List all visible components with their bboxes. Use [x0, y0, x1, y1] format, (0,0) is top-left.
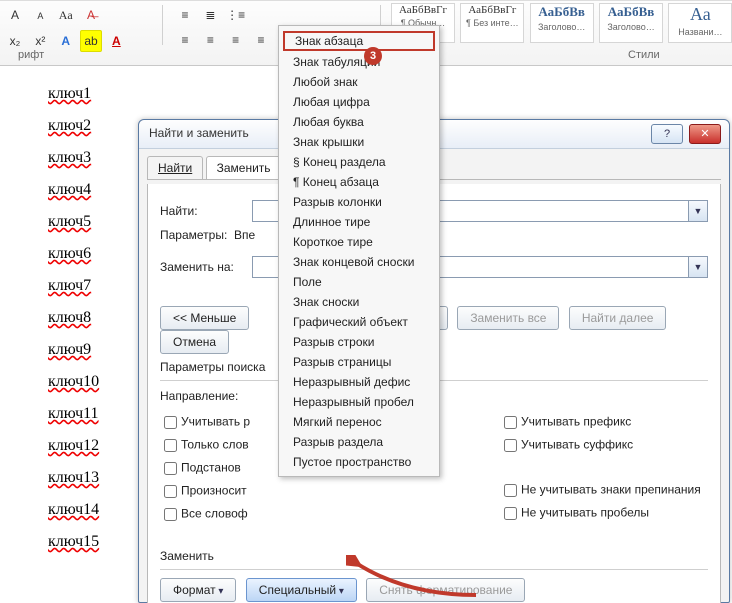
- align-center-icon[interactable]: ≡: [199, 29, 221, 51]
- bullets-icon[interactable]: ≡: [174, 4, 196, 26]
- mi-para-end[interactable]: ¶ Конец абзаца: [279, 172, 439, 192]
- list-item: ключ11: [48, 405, 130, 423]
- less-button[interactable]: << Меньше: [160, 306, 249, 330]
- multilevel-icon[interactable]: ⋮≡: [225, 4, 247, 26]
- align-right-icon[interactable]: ≡: [225, 29, 247, 51]
- justify-icon[interactable]: ≡: [250, 29, 272, 51]
- text-effects-icon[interactable]: A: [55, 30, 77, 52]
- list-item: ключ2: [48, 117, 130, 135]
- list-item: ключ4: [48, 181, 130, 199]
- document-body: ключ1 ключ2 ключ3 ключ4 ключ5 ключ6 ключ…: [0, 85, 130, 565]
- chk-word-forms[interactable]: Все словоф: [160, 505, 280, 524]
- format-button[interactable]: Формат: [160, 578, 236, 602]
- style-heading2[interactable]: АаБбВвЗаголово…: [599, 3, 663, 43]
- shrink-font-icon[interactable]: A: [29, 5, 51, 27]
- chk-ignore-space[interactable]: Не учитывать пробелы: [500, 504, 708, 523]
- tab-find[interactable]: Найти: [147, 156, 203, 179]
- list-item: ключ8: [48, 309, 130, 327]
- style-nospacing[interactable]: АаБбВвГг¶ Без инте…: [460, 3, 524, 43]
- mi-section-end[interactable]: § Конец раздела: [279, 152, 439, 172]
- list-item: ключ7: [48, 277, 130, 295]
- mi-opt-hyphen[interactable]: Мягкий перенос: [279, 412, 439, 432]
- footer-group-title: Заменить: [160, 549, 708, 563]
- style-title[interactable]: АаНазвани…: [668, 3, 732, 43]
- find-label: Найти:: [160, 204, 252, 218]
- highlight-icon[interactable]: ab: [80, 30, 102, 52]
- find-next-button[interactable]: Найти далее: [569, 306, 667, 330]
- mi-nb-space[interactable]: Неразрывный пробел: [279, 392, 439, 412]
- chk-whole-word[interactable]: Только слов: [160, 436, 280, 455]
- close-button[interactable]: ✕: [689, 124, 721, 144]
- chk-wildcards[interactable]: Подстанов: [160, 459, 280, 478]
- font-color-icon[interactable]: A: [105, 30, 127, 52]
- list-item: ключ1: [48, 85, 130, 103]
- mi-line-break[interactable]: Разрыв строки: [279, 332, 439, 352]
- list-item: ключ3: [48, 149, 130, 167]
- mi-any-digit[interactable]: Любая цифра: [279, 92, 439, 112]
- mi-caret[interactable]: Знак крышки: [279, 132, 439, 152]
- list-item: ключ9: [48, 341, 130, 359]
- mi-page-break[interactable]: Разрыв страницы: [279, 352, 439, 372]
- list-item: ключ10: [48, 373, 130, 391]
- mi-column-break[interactable]: Разрыв колонки: [279, 192, 439, 212]
- special-popup: Знак абзаца Знак табуляции Любой знак Лю…: [278, 25, 440, 477]
- mi-paragraph-mark[interactable]: Знак абзаца: [283, 31, 435, 51]
- direction-label: Направление:: [160, 389, 252, 403]
- ribbon-group-label-styles: Стили: [628, 49, 660, 61]
- dialog-title: Найти и заменить: [149, 126, 249, 140]
- tab-replace[interactable]: Заменить: [206, 156, 282, 179]
- mi-em-dash[interactable]: Длинное тире: [279, 212, 439, 232]
- ribbon-styles-group: АаБбВвГг¶ Обычн… АаБбВвГг¶ Без инте… АаБ…: [390, 1, 732, 45]
- mi-any-letter[interactable]: Любая буква: [279, 112, 439, 132]
- mi-field[interactable]: Поле: [279, 272, 439, 292]
- params-label: Параметры:: [160, 228, 227, 242]
- replace-all-button[interactable]: Заменить все: [457, 306, 559, 330]
- chk-match-case[interactable]: Учитывать р: [160, 413, 280, 432]
- mi-endnote-mark[interactable]: Знак концевой сноски: [279, 252, 439, 272]
- clear-format-icon[interactable]: A̶: [80, 4, 102, 26]
- grow-font-icon[interactable]: A: [4, 4, 26, 26]
- params-value: Впе: [234, 228, 255, 242]
- list-item: ключ15: [48, 533, 130, 551]
- chk-prefix[interactable]: Учитывать префикс: [500, 413, 708, 432]
- mi-en-dash[interactable]: Короткое тире: [279, 232, 439, 252]
- cancel-button[interactable]: Отмена: [160, 330, 229, 354]
- change-case-icon[interactable]: Aa: [55, 4, 77, 26]
- annotation-badge: 3: [364, 47, 382, 65]
- ribbon-paragraph-group: ≡ ≣ ⋮≡ ≡ ≡ ≡ ≡: [170, 1, 280, 45]
- numbering-icon[interactable]: ≣: [199, 4, 221, 26]
- mi-footnote-mark[interactable]: Знак сноски: [279, 292, 439, 312]
- mi-white-space[interactable]: Пустое пространство: [279, 452, 439, 472]
- align-left-icon[interactable]: ≡: [174, 29, 196, 51]
- ribbon-group-label-font: рифт: [18, 49, 44, 61]
- special-button[interactable]: Специальный: [246, 578, 357, 602]
- replace-label: Заменить на:: [160, 260, 252, 274]
- list-item: ключ5: [48, 213, 130, 231]
- list-item: ключ13: [48, 469, 130, 487]
- mi-section-break[interactable]: Разрыв раздела: [279, 432, 439, 452]
- style-heading1[interactable]: АаБбВвЗаголово…: [530, 3, 594, 43]
- chk-ignore-punct[interactable]: Не учитывать знаки препинания: [500, 481, 708, 500]
- dropdown-icon[interactable]: ▼: [688, 201, 707, 221]
- chk-sounds-like[interactable]: Произносит: [160, 482, 280, 501]
- ribbon-font-group: A A Aa A̶ x₂ x² A ab A: [0, 1, 160, 45]
- mi-nb-hyphen[interactable]: Неразрывный дефис: [279, 372, 439, 392]
- mi-any-char[interactable]: Любой знак: [279, 72, 439, 92]
- mi-tab-char[interactable]: Знак табуляции: [279, 52, 439, 72]
- clear-formatting-button[interactable]: Снять форматирование: [366, 578, 525, 602]
- list-item: ключ14: [48, 501, 130, 519]
- list-item: ключ6: [48, 245, 130, 263]
- dropdown-icon[interactable]: ▼: [688, 257, 707, 277]
- list-item: ключ12: [48, 437, 130, 455]
- help-button[interactable]: ?: [651, 124, 683, 144]
- mi-graphic[interactable]: Графический объект: [279, 312, 439, 332]
- chk-suffix[interactable]: Учитывать суффикс: [500, 436, 708, 455]
